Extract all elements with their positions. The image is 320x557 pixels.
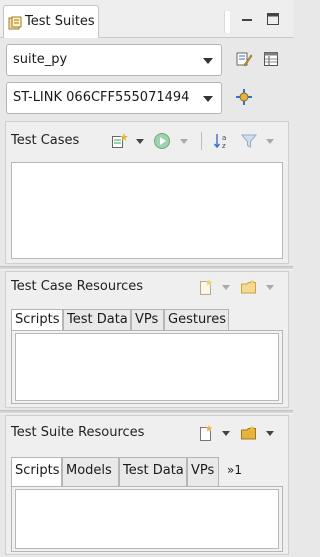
suite-properties-icon[interactable]	[262, 50, 280, 68]
tab-vps-label: VPs	[191, 463, 215, 478]
test-suite-resources-title: Test Suite Resources	[11, 425, 145, 440]
sash-divider[interactable]	[0, 410, 293, 414]
svg-text:z: z	[222, 142, 226, 150]
tab-scripts[interactable]: Scripts	[11, 309, 63, 331]
run-dropdown-icon[interactable]	[180, 139, 188, 144]
tab-models-label: Models	[66, 463, 112, 478]
test-suite-resource-tabs: Scripts Models Test Data VPs »1	[11, 457, 283, 487]
chevron-down-icon	[203, 96, 213, 102]
test-case-resource-tabs: Scripts Test Data VPs Gestures	[11, 309, 283, 331]
connect-device-icon[interactable]	[235, 88, 253, 106]
suite-select[interactable]: suite_py	[6, 44, 222, 76]
tab-test-data-label: Test Data	[67, 312, 128, 327]
test-cases-list[interactable]	[11, 162, 283, 259]
test-suites-icon	[8, 16, 22, 30]
svg-text:a: a	[222, 134, 226, 142]
add-folder-dropdown-icon[interactable]	[266, 285, 274, 290]
suite-select-value: suite_py	[13, 52, 68, 67]
toolbar-separator	[201, 132, 202, 150]
tab-scripts-label: Scripts	[15, 463, 60, 478]
test-case-resources-tab-body	[11, 330, 283, 404]
filter-icon[interactable]	[240, 132, 258, 150]
test-cases-title: Test Cases	[11, 133, 80, 148]
add-folder-icon[interactable]	[240, 424, 258, 442]
minimize-icon[interactable]	[238, 10, 256, 28]
tab-scripts[interactable]: Scripts	[11, 457, 62, 487]
device-select-value: ST-LINK 066CFF555071494	[13, 90, 190, 105]
tab-label: Test Suites	[25, 14, 95, 29]
test-suite-scripts-list[interactable]	[15, 489, 279, 549]
new-resource-dropdown-icon[interactable]	[222, 285, 230, 290]
run-icon[interactable]	[153, 132, 171, 150]
new-test-case-dropdown-icon[interactable]	[136, 139, 144, 144]
tab-bar-separator	[224, 11, 230, 33]
new-resource-dropdown-icon[interactable]	[222, 431, 230, 436]
tab-models[interactable]: Models	[62, 457, 119, 486]
tab-overflow-button[interactable]: »1	[227, 463, 242, 477]
view-tab-bar: Test Suites	[0, 0, 293, 39]
add-folder-icon[interactable]	[240, 278, 258, 296]
add-folder-dropdown-icon[interactable]	[266, 431, 274, 436]
maximize-icon[interactable]	[264, 10, 282, 28]
sort-az-icon[interactable]: a z	[213, 132, 231, 150]
tab-vps[interactable]: VPs	[131, 309, 164, 330]
tab-test-suites[interactable]: Test Suites	[3, 5, 99, 39]
test-suite-resources-tab-body	[11, 486, 283, 552]
sash-divider[interactable]	[0, 266, 293, 270]
chevron-down-icon	[203, 58, 213, 64]
device-select[interactable]: ST-LINK 066CFF555071494	[6, 82, 222, 114]
tab-vps-label: VPs	[135, 312, 159, 327]
tab-test-data[interactable]: Test Data	[63, 309, 131, 330]
tab-test-data[interactable]: Test Data	[119, 457, 187, 486]
test-case-resources-title: Test Case Resources	[11, 279, 144, 294]
tab-gestures[interactable]: Gestures	[164, 309, 229, 330]
new-resource-icon[interactable]	[197, 424, 215, 442]
edit-suite-icon[interactable]	[235, 50, 253, 68]
new-test-case-icon[interactable]	[110, 132, 128, 150]
new-resource-icon[interactable]	[197, 278, 215, 296]
tab-vps[interactable]: VPs	[187, 457, 219, 486]
filter-dropdown-icon[interactable]	[266, 139, 274, 144]
tab-scripts-label: Scripts	[15, 312, 60, 327]
tab-gestures-label: Gestures	[168, 312, 227, 327]
tab-test-data-label: Test Data	[123, 463, 184, 478]
test-case-scripts-list[interactable]	[15, 333, 279, 401]
